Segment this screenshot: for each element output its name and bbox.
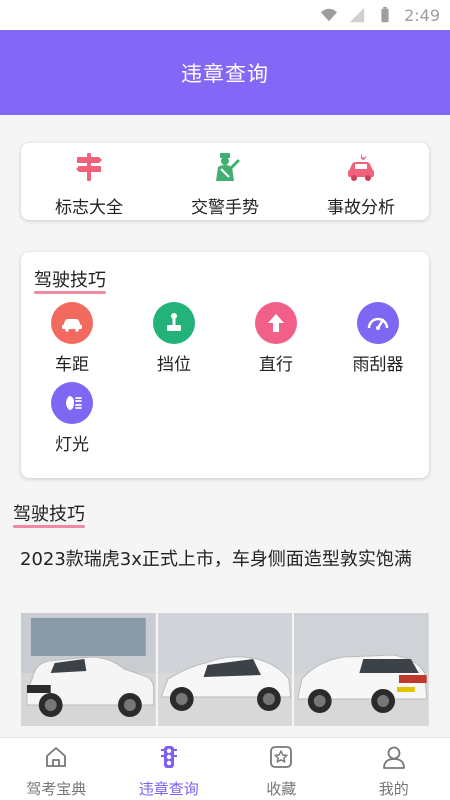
article-title[interactable]: 2023款瑞虎3x正式上市，车身侧面造型敦实饱满 — [20, 545, 432, 575]
car-accident-icon — [345, 151, 377, 187]
status-time: 2:49 — [404, 5, 440, 25]
section-title-text: 驾驶技巧 — [34, 270, 106, 291]
articles-section-title: 驾驶技巧 — [13, 500, 85, 528]
tab-violation-query[interactable]: 违章查询 — [113, 738, 226, 800]
tab-label: 我的 — [378, 780, 409, 798]
wifi-icon — [320, 6, 338, 24]
tab-driving-exam[interactable]: 驾考宝典 — [0, 738, 113, 800]
traffic-light-icon — [156, 744, 182, 774]
skill-label: 挡位 — [157, 355, 191, 375]
skill-label: 直行 — [259, 355, 293, 375]
skill-label: 车距 — [55, 355, 89, 375]
user-icon — [381, 744, 407, 774]
skill-gear-position[interactable]: 挡位 — [129, 302, 219, 375]
tool-accident-analysis[interactable]: 事故分析 — [301, 151, 421, 218]
skill-label: 灯光 — [55, 435, 89, 455]
tab-label: 收藏 — [266, 780, 297, 798]
skill-wipers[interactable]: 雨刮器 — [333, 302, 423, 375]
tab-label: 违章查询 — [138, 780, 199, 798]
battery-icon — [376, 6, 394, 24]
tool-label: 事故分析 — [327, 198, 395, 218]
article-photos[interactable] — [21, 613, 430, 726]
skill-label: 雨刮器 — [352, 355, 404, 375]
skill-lights[interactable]: 灯光 — [27, 382, 117, 455]
skill-go-straight[interactable]: 直行 — [231, 302, 321, 375]
tool-police-gestures[interactable]: 交警手势 — [165, 151, 285, 218]
tool-label: 标志大全 — [55, 198, 123, 218]
wiper-icon — [357, 302, 399, 344]
home-icon — [43, 744, 69, 774]
title-underline — [34, 291, 106, 294]
tool-label: 交警手势 — [191, 198, 259, 218]
star-box-icon — [268, 744, 294, 774]
article-photo[interactable] — [21, 613, 156, 726]
skill-car-distance[interactable]: 车距 — [27, 302, 117, 375]
header: 违章查询 — [0, 30, 450, 115]
title-underline — [13, 525, 85, 528]
driving-skills-card: 驾驶技巧 车距 挡位 直行 雨刮器 灯光 — [21, 252, 429, 478]
tool-signs[interactable]: 标志大全 — [29, 151, 149, 218]
tools-card: 标志大全 交警手势 事故分析 — [21, 143, 429, 220]
article-photo[interactable] — [157, 613, 293, 726]
status-bar: 2:49 — [0, 0, 450, 30]
section-title-text: 驾驶技巧 — [13, 504, 85, 525]
gear-shift-icon — [153, 302, 195, 344]
article-photo[interactable] — [294, 613, 430, 726]
section-title: 驾驶技巧 — [34, 266, 106, 294]
tab-favorites[interactable]: 收藏 — [225, 738, 338, 800]
signal-icon — [348, 6, 366, 24]
car-distance-icon — [51, 302, 93, 344]
bottom-tab-bar: 驾考宝典 违章查询 收藏 我的 — [0, 737, 450, 800]
page-title: 违章查询 — [181, 61, 269, 86]
signpost-icon — [73, 151, 105, 187]
traffic-police-icon — [209, 151, 241, 187]
headlight-icon — [51, 382, 93, 424]
arrow-up-icon — [255, 302, 297, 344]
tab-label: 驾考宝典 — [26, 780, 87, 798]
tab-profile[interactable]: 我的 — [338, 738, 450, 800]
